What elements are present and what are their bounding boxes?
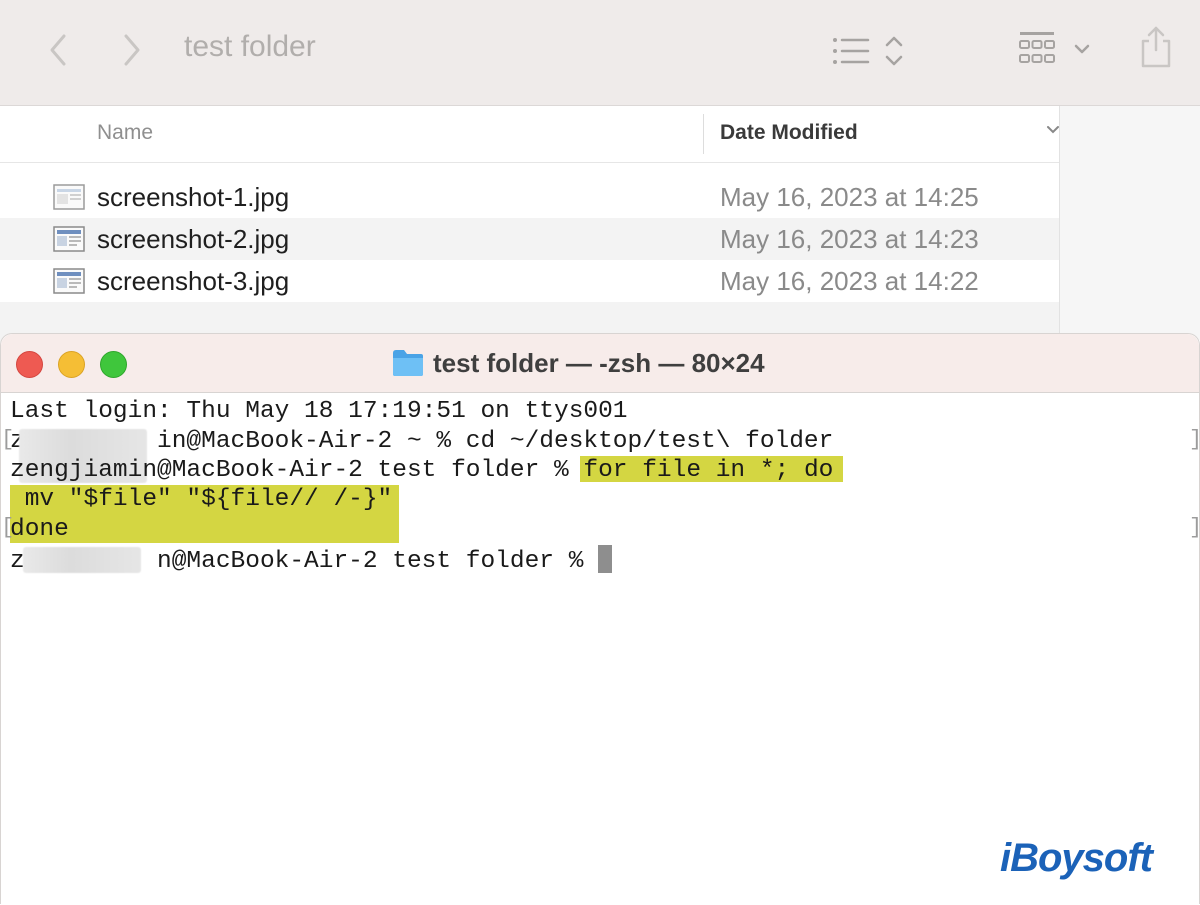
mark-bracket: ] — [1189, 427, 1200, 452]
jpg-file-icon — [53, 268, 85, 294]
terminal-title: test folder — -zsh — 80×24 — [391, 346, 765, 380]
chevron-left-icon — [50, 34, 66, 66]
file-date: May 16, 2023 at 14:23 — [720, 224, 979, 254]
file-name: screenshot-3.jpg — [97, 266, 290, 296]
share-icon — [1141, 26, 1171, 68]
terminal-title-text: test folder — -zsh — 80×24 — [433, 347, 765, 378]
column-divider[interactable] — [703, 114, 704, 154]
sort-chevron-icon — [1047, 126, 1059, 134]
column-date-modified-header[interactable]: Date Modified — [720, 121, 858, 145]
terminal-output[interactable]: Last login: Thu May 18 17:19:51 on ttys0… — [1, 394, 1200, 905]
view-options-button[interactable] — [830, 34, 910, 75]
column-header: Name Date Modified — [0, 106, 1059, 163]
zoom-button[interactable] — [100, 351, 127, 378]
column-name-header[interactable]: Name — [97, 121, 153, 145]
command-text: for file in *; do — [583, 457, 834, 484]
finder-side-pane — [1059, 106, 1200, 340]
file-date: May 16, 2023 at 14:25 — [720, 182, 979, 212]
prompt: zengjiamin@MacBook-Air-2 test folder % — [10, 457, 584, 484]
minimize-button[interactable] — [58, 351, 85, 378]
iboysoft-logo: iBoysoft — [1000, 836, 1153, 880]
file-row[interactable]: screenshot-1.jpg May 16, 2023 at 14:25 — [0, 176, 1059, 218]
file-name: screenshot-1.jpg — [97, 182, 290, 212]
back-button[interactable] — [38, 28, 78, 72]
terminal-window: test folder — -zsh — 80×24 Last login: T… — [0, 333, 1200, 904]
terminal-titlebar[interactable]: test folder — -zsh — 80×24 — [1, 334, 1199, 393]
file-date: May 16, 2023 at 14:22 — [720, 266, 979, 296]
finder-window: test folder Name Date Modified screensho… — [0, 0, 1200, 342]
share-button[interactable] — [1138, 24, 1174, 75]
text-cursor — [598, 545, 613, 573]
terminal-line: Last login: Thu May 18 17:19:51 on ttys0… — [10, 398, 628, 425]
window-title: test folder — [184, 30, 316, 63]
close-button[interactable] — [16, 351, 43, 378]
group-button[interactable] — [1018, 30, 1096, 75]
redacted-username — [23, 547, 141, 573]
list-view-icon — [833, 36, 903, 66]
terminal-line: zengjiamin@MacBook-Air-2 test folder % f… — [10, 456, 833, 486]
terminal-line: mv "$file" "${file// /-}" — [10, 486, 393, 513]
file-row[interactable]: screenshot-3.jpg May 16, 2023 at 14:22 — [0, 260, 1059, 302]
forward-button[interactable] — [112, 28, 152, 72]
chevron-right-icon — [124, 34, 140, 66]
jpg-file-icon — [53, 226, 85, 252]
folder-icon — [393, 350, 423, 376]
grid-group-icon — [1019, 32, 1090, 63]
jpg-file-icon — [53, 184, 85, 210]
file-row[interactable]: screenshot-2.jpg May 16, 2023 at 14:23 — [0, 218, 1059, 260]
terminal-line: done — [10, 516, 69, 543]
file-name: screenshot-2.jpg — [97, 224, 290, 254]
finder-toolbar: test folder — [0, 0, 1200, 106]
mark-bracket: ] — [1189, 515, 1200, 540]
